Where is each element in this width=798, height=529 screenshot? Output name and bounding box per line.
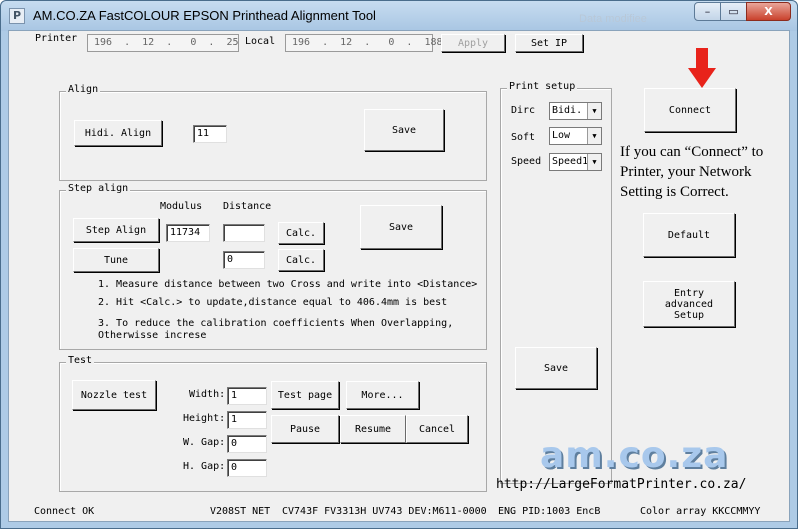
- status-firmware: CV743F FV3313H UV743 DEV:M611-0000: [282, 506, 487, 517]
- status-color-array: Color array KKCCMMYY: [640, 506, 761, 517]
- status-eng: ENG PID:1003 EncB: [498, 506, 601, 517]
- more-button[interactable]: More...: [346, 381, 419, 409]
- set-ip-button[interactable]: Set IP: [515, 34, 583, 52]
- calc-distance-button[interactable]: Calc.: [278, 222, 324, 244]
- printer-ip-field[interactable]: 196 . 12 . 0 . 25: [87, 34, 239, 52]
- step-align-legend: Step align: [66, 183, 131, 194]
- red-arrow-head-icon: [688, 68, 716, 88]
- speed-select[interactable]: Speed1 ▼: [549, 153, 602, 171]
- h-gap-field[interactable]: 0: [227, 459, 267, 477]
- cancel-button[interactable]: Cancel: [406, 415, 468, 443]
- printer-ip-label: Printer: [35, 33, 78, 44]
- nozzle-test-button[interactable]: Nozzle test: [72, 380, 156, 410]
- hidi-align-button[interactable]: Hidi. Align: [74, 120, 162, 146]
- chevron-down-icon[interactable]: ▼: [587, 154, 601, 170]
- hidi-align-value-field[interactable]: 11: [193, 125, 227, 143]
- soft-label: Soft: [511, 132, 536, 143]
- height-label: Height:: [183, 413, 226, 424]
- distance-label: Distance: [223, 201, 272, 212]
- red-arrow-icon: [696, 48, 708, 70]
- connect-button[interactable]: Connect: [644, 88, 736, 132]
- align-legend: Align: [66, 84, 101, 95]
- am-co-za-logo: am.co.za: [540, 435, 729, 476]
- chevron-down-icon[interactable]: ▼: [587, 128, 601, 144]
- instruction-2: 2. Hit <Calc.> to update,distance equal …: [98, 297, 448, 308]
- resume-button[interactable]: Resume: [340, 415, 406, 443]
- apply-button[interactable]: Apply: [441, 34, 505, 52]
- window-title: AM.CO.ZA FastCOLOUR EPSON Printhead Alig…: [33, 8, 376, 23]
- modulus-field[interactable]: 11734: [166, 224, 210, 242]
- minimize-button[interactable]: –: [694, 2, 721, 21]
- width-label: Width:: [189, 389, 226, 400]
- calc-tune-button[interactable]: Calc.: [278, 249, 324, 271]
- print-setup-group: Print setup: [500, 81, 612, 484]
- status-model: V208ST NET: [210, 506, 271, 517]
- website-url: http://LargeFormatPrinter.co.za/: [496, 477, 747, 492]
- h-gap-label: H. Gap:: [183, 461, 226, 472]
- modulus-label: Modulus: [160, 201, 203, 212]
- speed-label: Speed: [511, 156, 542, 167]
- print-setup-legend: Print setup: [507, 81, 578, 92]
- distance-field[interactable]: [223, 224, 265, 242]
- dirc-select[interactable]: Bidi. ▼: [549, 102, 602, 120]
- instruction-3: 3. To reduce the calibration coefficient…: [98, 318, 454, 329]
- connect-callout-text: If you can “Connect” to Printer, your Ne…: [620, 144, 764, 200]
- print-setup-save-button[interactable]: Save: [515, 347, 597, 389]
- step-align-button[interactable]: Step Align: [73, 218, 159, 242]
- instruction-3-cont: Otherwisse increse: [98, 330, 207, 341]
- local-ip-label: Local: [245, 36, 276, 47]
- speed-value: Speed1: [552, 156, 589, 167]
- background-window-title: Data modifiee: [579, 13, 647, 25]
- pause-button[interactable]: Pause: [271, 415, 339, 443]
- advanced-setup-button[interactable]: Entry advanced Setup: [643, 281, 735, 327]
- tune-button[interactable]: Tune: [73, 248, 159, 272]
- app-icon: P: [9, 8, 25, 24]
- maximize-button[interactable]: ▭: [720, 2, 747, 21]
- chevron-down-icon[interactable]: ▼: [587, 103, 601, 119]
- soft-value: Low: [552, 130, 571, 141]
- test-page-button[interactable]: Test page: [271, 381, 339, 409]
- default-button[interactable]: Default: [643, 213, 735, 257]
- width-field[interactable]: 1: [227, 387, 267, 405]
- soft-select[interactable]: Low ▼: [549, 127, 602, 145]
- w-gap-field[interactable]: 0: [227, 435, 267, 453]
- dirc-value: Bidi.: [552, 105, 583, 116]
- dirc-label: Dirc: [511, 105, 536, 116]
- close-button[interactable]: X: [746, 2, 791, 21]
- title-bar[interactable]: P AM.CO.ZA FastCOLOUR EPSON Printhead Al…: [1, 1, 797, 31]
- local-ip-field[interactable]: 196 . 12 . 0 . 188: [285, 34, 443, 52]
- instruction-1: 1. Measure distance between two Cross an…: [98, 279, 478, 290]
- status-connection: Connect OK: [34, 506, 95, 517]
- align-save-button[interactable]: Save: [364, 109, 444, 151]
- w-gap-label: W. Gap:: [183, 437, 226, 448]
- step-align-save-button[interactable]: Save: [360, 205, 442, 249]
- test-legend: Test: [66, 355, 95, 366]
- tune-field[interactable]: 0: [223, 251, 265, 269]
- height-field[interactable]: 1: [227, 411, 267, 429]
